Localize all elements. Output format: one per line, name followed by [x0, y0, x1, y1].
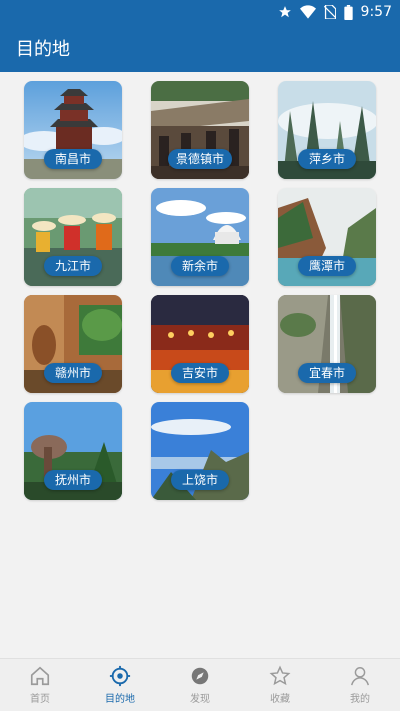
city-label: 九江市	[44, 256, 102, 276]
city-label: 赣州市	[44, 363, 102, 383]
city-label: 南昌市	[44, 149, 102, 169]
compass-icon	[189, 665, 211, 687]
city-card-jian[interactable]: 吉安市	[151, 295, 249, 393]
city-card-nanchang[interactable]: 南昌市	[24, 81, 122, 179]
city-card-ganzhou[interactable]: 赣州市	[24, 295, 122, 393]
city-card-pingxiang[interactable]: 萍乡市	[278, 81, 376, 179]
city-card-fuzhou[interactable]: 抚州市	[24, 402, 122, 500]
city-card-jiujiang[interactable]: 九江市	[24, 188, 122, 286]
bottom-nav: 首页 目的地 发现 收藏 我的	[0, 658, 400, 711]
star-icon	[278, 5, 292, 19]
app-bar: 目的地	[0, 24, 400, 72]
city-card-yingtan[interactable]: 鹰潭市	[278, 188, 376, 286]
city-card-shangrao[interactable]: 上饶市	[151, 402, 249, 500]
status-bar: 9:57	[0, 0, 400, 24]
city-label: 上饶市	[171, 470, 229, 490]
nav-label: 发现	[190, 694, 210, 705]
nav-label: 我的	[350, 694, 370, 705]
user-icon	[349, 665, 371, 687]
no-sim-icon	[323, 5, 336, 19]
battery-icon	[343, 4, 353, 20]
city-label: 抚州市	[44, 470, 102, 490]
city-card-yichun[interactable]: 宜春市	[278, 295, 376, 393]
city-label: 吉安市	[171, 363, 229, 383]
nav-favorites[interactable]: 收藏	[240, 659, 320, 711]
nav-destination[interactable]: 目的地	[80, 659, 160, 711]
nav-profile[interactable]: 我的	[320, 659, 400, 711]
city-label: 萍乡市	[298, 149, 356, 169]
city-label: 新余市	[171, 256, 229, 276]
page-title: 目的地	[16, 39, 70, 60]
target-icon	[109, 665, 131, 687]
nav-label: 收藏	[270, 694, 290, 705]
nav-label: 首页	[30, 694, 50, 705]
nav-label: 目的地	[105, 694, 135, 705]
nav-discover[interactable]: 发现	[160, 659, 240, 711]
clock-time: 9:57	[360, 4, 392, 20]
city-label: 宜春市	[298, 363, 356, 383]
home-icon	[29, 665, 51, 687]
star-outline-icon	[269, 665, 291, 687]
city-card-xinyu[interactable]: 新余市	[151, 188, 249, 286]
wifi-icon	[299, 5, 316, 19]
nav-home[interactable]: 首页	[0, 659, 80, 711]
city-label: 鹰潭市	[298, 256, 356, 276]
city-label: 景德镇市	[167, 149, 233, 169]
city-card-jingdezhen[interactable]: 景德镇市	[151, 81, 249, 179]
